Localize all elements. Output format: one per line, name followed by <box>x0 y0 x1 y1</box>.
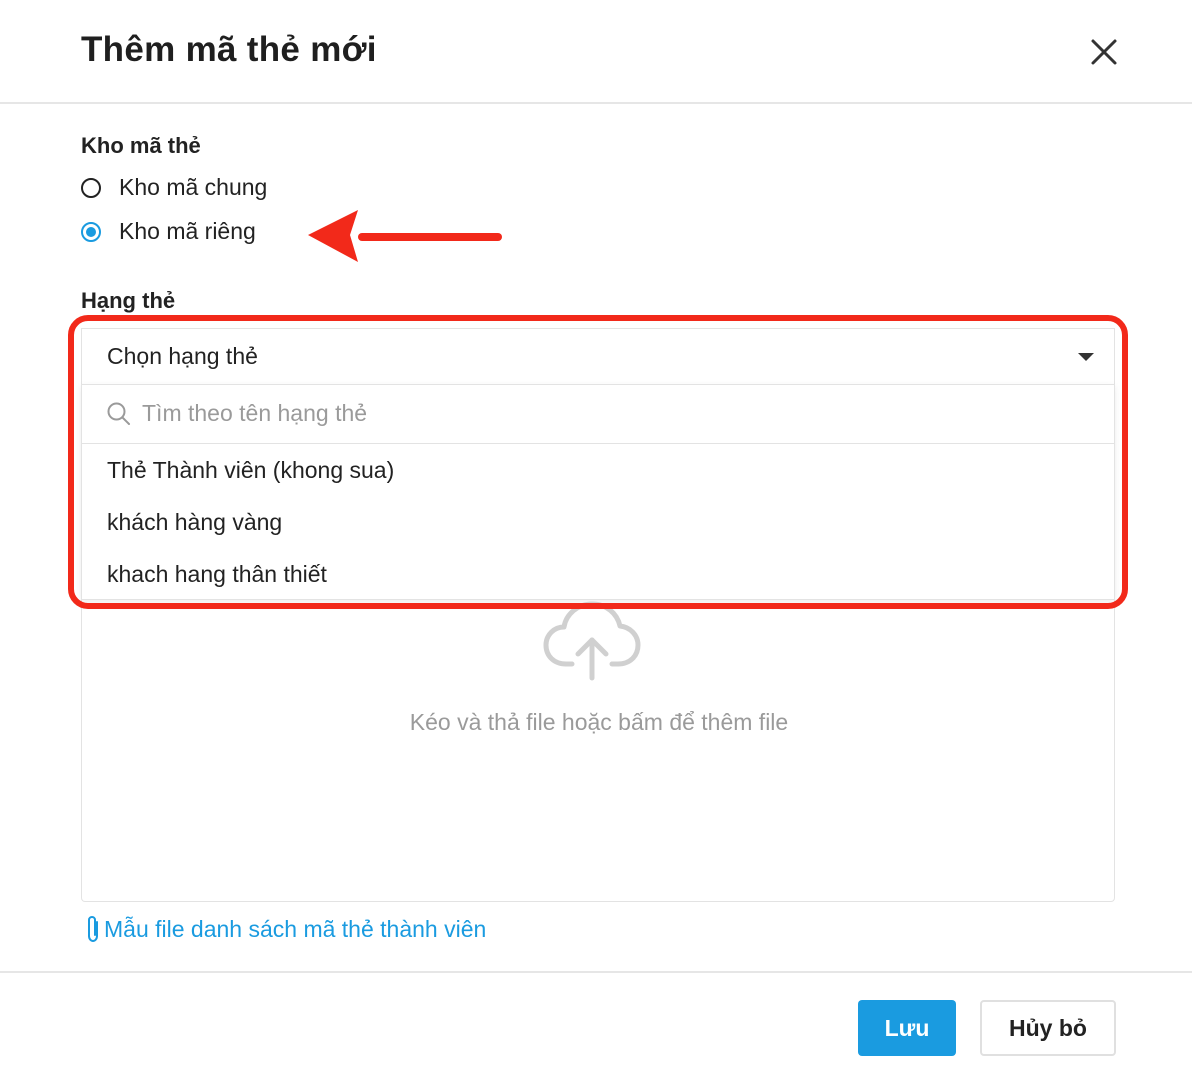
tier-option[interactable]: khach hang thân thiết <box>82 549 1114 601</box>
paperclip-icon <box>88 915 98 943</box>
dialog-footer: Lưu Hủy bỏ <box>0 971 1192 1072</box>
radio-button[interactable] <box>81 177 101 198</box>
radio-label: Kho mã chung <box>119 174 268 200</box>
tier-select-box[interactable]: Chọn hạng thẻ <box>81 328 1115 384</box>
tier-label: Hạng thẻ <box>81 288 176 313</box>
caret-down-icon <box>1078 353 1094 361</box>
template-file-link-label: Mẫu file danh sách mã thẻ thành viên <box>104 915 487 942</box>
dialog-title: Thêm mã thẻ mới <box>81 30 377 69</box>
tier-option-label: khách hàng vàng <box>107 509 283 535</box>
tier-option-label: Thẻ Thành viên (khong sua) <box>107 457 395 483</box>
storage-label: Kho mã thẻ <box>81 133 201 158</box>
tier-option[interactable]: Thẻ Thành viên (khong sua) <box>82 445 1114 497</box>
tier-dropdown: Thẻ Thành viên (khong sua) khách hàng và… <box>81 384 1115 600</box>
close-icon <box>1091 39 1117 65</box>
radio-button-checked[interactable] <box>81 221 101 242</box>
cancel-button[interactable]: Hủy bỏ <box>980 1000 1116 1056</box>
save-button[interactable]: Lưu <box>858 1000 956 1056</box>
cloud-upload-icon <box>543 601 641 681</box>
add-card-code-dialog: Thêm mã thẻ mới Kho mã thẻ Kho mã chung … <box>0 0 1192 1070</box>
dialog-header: Thêm mã thẻ mới <box>0 0 1192 104</box>
tier-option-label: khach hang thân thiết <box>107 561 327 587</box>
tier-search-input[interactable] <box>142 397 1042 429</box>
tier-select-value: Chọn hạng thẻ <box>107 343 258 369</box>
tier-option[interactable]: khách hàng vàng <box>82 497 1114 549</box>
radio-private-storage[interactable]: Kho mã riêng <box>81 218 256 245</box>
search-icon <box>107 402 130 425</box>
tier-select: Chọn hạng thẻ Thẻ Thành viên (khong sua)… <box>81 328 1115 600</box>
radio-shared-storage[interactable]: Kho mã chung <box>81 174 267 201</box>
upload-hint: Kéo và thả file hoặc bấm để thêm file <box>409 709 789 735</box>
radio-label: Kho mã riêng <box>119 218 256 244</box>
file-upload-dropzone[interactable]: Kéo và thả file hoặc bấm để thêm file <box>81 600 1115 902</box>
close-button[interactable] <box>1084 32 1124 72</box>
template-file-link[interactable]: Mẫu file danh sách mã thẻ thành viên <box>84 914 486 944</box>
annotation-arrow-icon <box>308 210 502 262</box>
tier-search-row <box>82 385 1114 444</box>
